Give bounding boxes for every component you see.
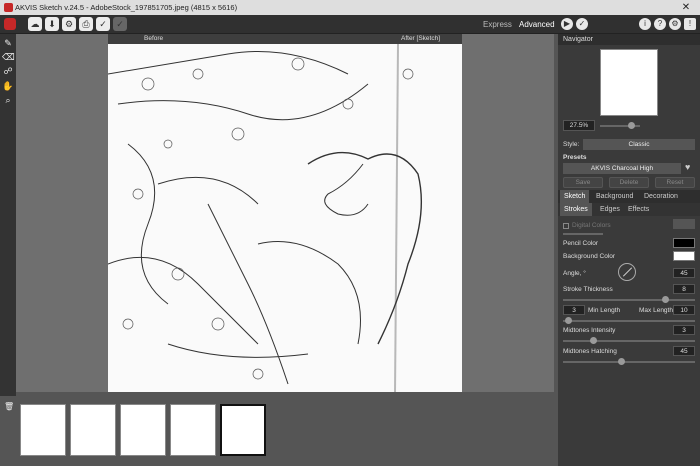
share-icon[interactable]: ✓	[96, 17, 110, 31]
max-length-label: Max Length	[639, 307, 673, 314]
digital-colors-slider[interactable]	[563, 233, 603, 235]
sketch-image[interactable]	[108, 44, 462, 394]
min-length-value[interactable]: 3	[563, 305, 585, 315]
branch-stroke	[108, 51, 349, 75]
main-toolbar: ☁ ⬇ ⚙ ⎙ ✓ ✓ Express Advanced ▶ ✓ i ? ⚙ !	[0, 15, 700, 34]
midtones-intensity-knob[interactable]	[590, 337, 597, 344]
main-tabs: Sketch Background Decoration	[558, 190, 700, 203]
advanced-mode-tab[interactable]: Advanced	[519, 15, 555, 34]
midtones-intensity-value[interactable]: 3	[673, 325, 695, 335]
zoom-slider-knob[interactable]	[628, 122, 635, 129]
preset-dropdown[interactable]: AKVIS Charcoal High	[563, 163, 681, 174]
midtones-hatching-value[interactable]: 45	[673, 346, 695, 356]
batch-icon[interactable]: ⚙	[62, 17, 76, 31]
style-dropdown[interactable]: Classic	[583, 139, 695, 150]
save-preset-button[interactable]: Save	[563, 177, 603, 188]
pencil-color-label: Pencil Color	[563, 240, 599, 247]
close-window-button[interactable]: ✕	[672, 0, 700, 15]
after-tab[interactable]: After [Sketch]	[401, 34, 440, 44]
tab-edges[interactable]: Edges	[596, 203, 624, 216]
zoom-value[interactable]: 27.5%	[563, 120, 595, 131]
branch-stroke	[157, 176, 259, 205]
apply-icon[interactable]: ✓	[576, 18, 588, 30]
navigator-header: Navigator	[558, 34, 700, 45]
before-after-divider[interactable]	[394, 44, 399, 394]
digital-colors-swatch[interactable]	[673, 219, 695, 229]
help-icon[interactable]: ?	[654, 18, 666, 30]
hair-stroke	[307, 151, 422, 345]
eraser-tool-icon[interactable]: ⌫	[2, 51, 15, 63]
flower-stroke	[167, 343, 309, 358]
zoom-tool-icon[interactable]: ⌕	[2, 94, 14, 106]
redo-icon[interactable]: ✓	[113, 17, 127, 31]
angle-dial-needle	[622, 267, 633, 277]
before-after-bar: Before After [Sketch]	[108, 34, 462, 44]
tab-background[interactable]: Background	[592, 190, 637, 203]
min-length-label: Min Length	[588, 307, 621, 314]
sketch-drawing	[108, 44, 422, 394]
max-length-value[interactable]: 10	[673, 305, 695, 315]
pencil-tool-icon[interactable]: ✎	[2, 37, 14, 49]
print-icon[interactable]: ⎙	[79, 17, 93, 31]
midtones-intensity-label: Midtones Intensity	[563, 327, 616, 334]
filmstrip-thumbnail[interactable]	[70, 404, 116, 456]
app-logo-icon	[4, 3, 13, 12]
midtones-hatching-knob[interactable]	[618, 358, 625, 365]
reset-preset-button[interactable]: Reset	[655, 177, 695, 188]
stroke-thickness-knob[interactable]	[662, 296, 669, 303]
notifications-icon[interactable]: !	[684, 18, 696, 30]
filmstrip-thumbnail[interactable]	[20, 404, 66, 456]
hand-tool-icon[interactable]: ✋	[2, 80, 14, 92]
arm-stroke	[257, 241, 361, 345]
midtones-hatching-label: Midtones Hatching	[563, 348, 617, 355]
digital-colors-label: Digital Colors	[572, 222, 611, 229]
open-image-icon[interactable]: ☁	[28, 17, 42, 31]
filmstrip-thumbnail-selected[interactable]	[220, 404, 266, 456]
digital-colors-checkbox[interactable]	[563, 223, 569, 229]
trash-icon[interactable]: 🗑	[4, 402, 14, 411]
delete-preset-button[interactable]: Delete	[609, 177, 649, 188]
express-mode-tab[interactable]: Express	[483, 15, 512, 34]
stroke-thickness-label: Stroke Thickness	[563, 286, 613, 293]
midtones-hatching-slider[interactable]	[563, 361, 695, 363]
angle-value[interactable]: 45	[673, 268, 695, 278]
length-range-slider[interactable]	[563, 320, 695, 322]
filmstrip-thumbnail[interactable]	[170, 404, 216, 456]
filmstrip-thumbnail[interactable]	[120, 404, 166, 456]
tab-effects[interactable]: Effects	[624, 203, 653, 216]
stroke-thickness-slider[interactable]	[563, 299, 695, 301]
title-bar: AKVIS Sketch v.24.5 - AdobeStock_1978517…	[0, 0, 700, 15]
tab-decoration[interactable]: Decoration	[640, 190, 682, 203]
tab-sketch[interactable]: Sketch	[560, 190, 590, 203]
branch-stroke	[117, 83, 369, 121]
face-stroke	[324, 163, 369, 216]
midtones-intensity-slider[interactable]	[563, 340, 695, 342]
pencil-color-swatch[interactable]	[673, 238, 695, 248]
style-label: Style:	[563, 141, 580, 148]
sub-tabs: Strokes Edges Effects	[558, 203, 700, 216]
settings-icon[interactable]: ⚙	[669, 18, 681, 30]
settings-panel: Navigator 27.5% Style: Classic Presets A…	[558, 34, 700, 466]
save-image-icon[interactable]: ⬇	[45, 17, 59, 31]
branch-stroke	[127, 143, 169, 305]
background-color-label: Background Color	[563, 253, 616, 260]
before-tab[interactable]: Before	[144, 34, 163, 44]
angle-label: Angle, °	[563, 270, 586, 277]
app-menu-icon[interactable]	[4, 18, 16, 30]
background-color-swatch[interactable]	[673, 251, 695, 261]
min-length-knob[interactable]	[565, 317, 572, 324]
presets-label: Presets	[563, 154, 587, 161]
smudge-tool-icon[interactable]: ☍	[2, 65, 14, 77]
run-icon[interactable]: ▶	[561, 18, 573, 30]
navigator-preview[interactable]	[600, 49, 658, 116]
info-icon[interactable]: i	[639, 18, 651, 30]
window-title: AKVIS Sketch v.24.5 - AdobeStock_1978517…	[15, 3, 238, 12]
stroke-thickness-value[interactable]: 8	[673, 284, 695, 294]
favorite-heart-icon[interactable]: ♥	[685, 162, 690, 172]
angle-dial[interactable]	[618, 263, 636, 281]
navigator-title: Navigator	[563, 36, 593, 43]
tab-strokes[interactable]: Strokes	[560, 203, 592, 216]
